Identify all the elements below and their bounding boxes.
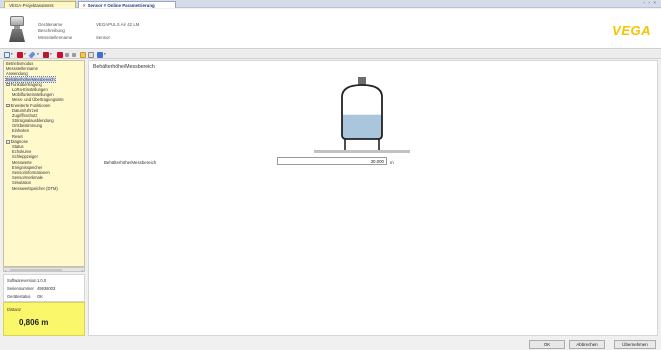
vessel-height-label: Behälterhöhe/Messbereich xyxy=(104,160,157,165)
header-values: VEGAPULS Air 42 LM Sensor xyxy=(96,22,139,41)
tree-item[interactable]: Messwertspeicher (DTM) xyxy=(4,186,84,191)
toolbar: ▾ ▾ ▾ ▾ ▾ xyxy=(0,50,661,59)
flag-icon[interactable] xyxy=(43,51,49,58)
help-icon[interactable] xyxy=(97,51,103,58)
scroll-thumb[interactable] xyxy=(10,268,62,272)
window-controls[interactable]: ‹ › × xyxy=(643,1,657,7)
sensor-icon xyxy=(358,77,366,85)
chevron-down-icon[interactable]: ▾ xyxy=(24,52,26,56)
liquid-fill xyxy=(342,114,382,139)
info-value: 49936003 xyxy=(37,286,56,291)
distance-label: Distanz xyxy=(7,307,21,312)
chevron-down-icon[interactable]: ▾ xyxy=(37,52,39,56)
chevron-down-icon[interactable]: ▾ xyxy=(11,52,13,56)
info-label: Seriennummer xyxy=(7,286,34,291)
download-icon[interactable] xyxy=(57,51,63,58)
upload-icon[interactable] xyxy=(17,51,23,58)
info-value: OK xyxy=(37,294,43,299)
sensor-device-image xyxy=(8,16,26,42)
scroll-right-icon[interactable]: › xyxy=(82,268,83,273)
tab-online-parameterization[interactable]: × Sensor # Online Parametrierung xyxy=(78,1,176,8)
serial-number-row: Seriennummer 49936003 xyxy=(7,286,55,291)
tank-illustration xyxy=(314,77,410,153)
ground xyxy=(314,150,410,153)
close-tab-icon[interactable]: × xyxy=(83,3,86,8)
info-value: 1.0.0 xyxy=(37,278,47,283)
collapse-icon[interactable]: − xyxy=(6,139,10,144)
tag-name-value: Sensor xyxy=(96,34,110,40)
vessel-height-unit: m xyxy=(390,160,394,165)
scroll-left-icon[interactable]: ‹ xyxy=(5,268,6,273)
device-status-row: Gerätestatus OK xyxy=(7,294,43,299)
collapse-icon[interactable]: − xyxy=(6,82,10,87)
cancel-button[interactable]: Abbrechen xyxy=(569,340,605,349)
main-content: Behälterhöhe/Messbereich Behälterhöhe/Me… xyxy=(88,60,658,336)
tag-name-label: Messstellenname xyxy=(38,34,73,40)
vessel-height-input[interactable] xyxy=(277,157,387,165)
device-name-value: VEGAPULS Air 42 LM xyxy=(96,22,140,27)
folder-icon[interactable] xyxy=(80,51,86,58)
tree-item-label: Messwertspeicher (DTM) xyxy=(12,185,58,191)
tab-project-assistant[interactable]: VEGA-Projektassistent xyxy=(4,1,76,8)
edit-icon[interactable] xyxy=(88,51,94,58)
distance-value: 0,806 m xyxy=(19,318,49,327)
tool-icon[interactable] xyxy=(28,50,36,59)
pause-icon[interactable] xyxy=(72,52,76,57)
tab-label: Sensor # Online Parametrierung xyxy=(87,3,155,8)
ok-button[interactable]: OK xyxy=(529,340,565,349)
apply-button[interactable]: Übernehmen xyxy=(614,340,656,349)
stop-icon[interactable] xyxy=(65,52,69,57)
header-labels: Gerätename Beschreibung Messstellenname xyxy=(38,22,72,41)
vega-logo: VEGA xyxy=(612,23,651,38)
software-version-row: Softwareversion 1.0.0 xyxy=(7,278,46,283)
tree-horizontal-scrollbar[interactable]: ‹ › xyxy=(3,267,85,273)
info-label: Gerätestatus xyxy=(7,294,31,299)
device-info-panel: Softwareversion 1.0.0 Seriennummer 49936… xyxy=(3,274,85,302)
navigation-tree: Betriebsmodus Messstellenname Anwendung Beh… xyxy=(3,60,85,267)
new-icon[interactable] xyxy=(4,51,10,58)
info-label: Softwareversion xyxy=(7,278,37,283)
device-header: Gerätename Beschreibung Messstellenname … xyxy=(0,9,661,49)
tab-strip: VEGA-Projektassistent × Sensor # Online P… xyxy=(0,0,661,8)
page-title: Behälterhöhe/Messbereich xyxy=(93,64,155,70)
collapse-icon[interactable]: − xyxy=(6,103,10,108)
chevron-down-icon[interactable]: ▾ xyxy=(50,52,52,56)
distance-panel: Distanz 0,806 m xyxy=(3,302,85,336)
chevron-down-icon[interactable]: ▾ xyxy=(104,52,106,56)
